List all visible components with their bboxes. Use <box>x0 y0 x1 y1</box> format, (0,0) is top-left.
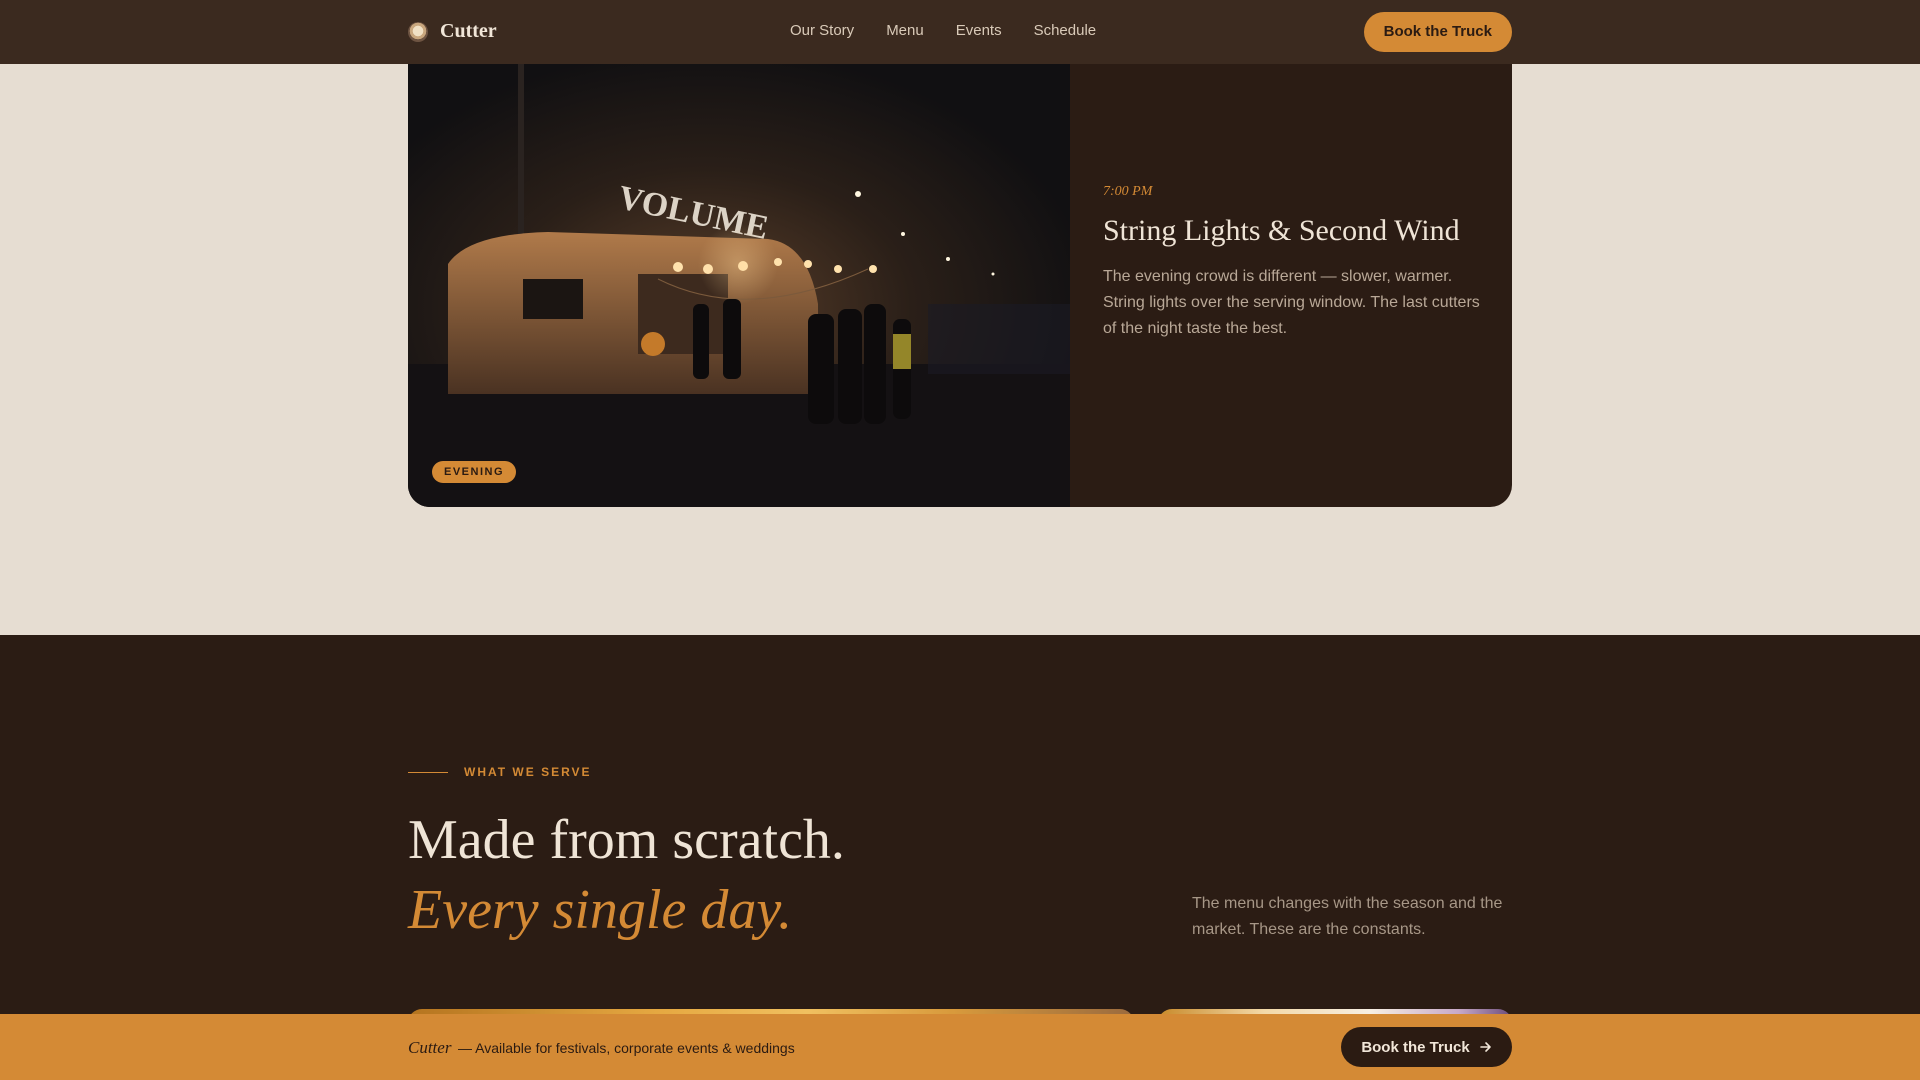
section-description: The menu changes with the season and the… <box>1192 895 1503 938</box>
section-headline-emphasis: Every single day. <box>408 879 793 941</box>
section-headline: Made from scratch. <box>408 809 845 871</box>
evening-badge: EVENING <box>432 461 517 483</box>
cookie-icon <box>408 21 428 42</box>
sticky-booking-bar: Cutter — Available for festivals, corpor… <box>0 1014 1920 1080</box>
nav-link-our-story[interactable]: Our Story <box>790 22 854 39</box>
nav-link-menu[interactable]: Menu <box>886 22 924 39</box>
nav-links: Our Story Menu Events Schedule <box>790 22 1096 39</box>
photo-illustration: VOLUME <box>408 64 1070 507</box>
event-time: 7:00 PM <box>1103 184 1153 199</box>
bar-brand: Cutter <box>408 1038 452 1057</box>
book-the-truck-button[interactable]: Book the Truck <box>1363 12 1512 52</box>
button-label: Book the Truck <box>1361 1038 1470 1056</box>
top-nav: Cutter Our Story Menu Events Schedule Bo… <box>0 0 1920 64</box>
arrow-right-icon <box>1479 1042 1491 1052</box>
card-title: String Lights & Second Wind <box>1103 214 1460 247</box>
nav-link-schedule[interactable]: Schedule <box>1034 22 1097 39</box>
card-body: The evening crowd is different — slower,… <box>1103 268 1480 337</box>
eyebrow-divider <box>408 771 448 773</box>
eyebrow-text: WHAT WE SERVE <box>464 765 592 779</box>
nav-link-events[interactable]: Events <box>956 22 1002 39</box>
book-the-truck-sticky-button[interactable]: Book the Truck <box>1341 1027 1512 1067</box>
card-text: 7:00 PM String Lights & Second Wind The … <box>1103 184 1493 342</box>
brand-name: Cutter <box>440 20 497 42</box>
brand-logo[interactable]: Cutter <box>408 20 497 43</box>
food-truck-photo: VOLUME EVENING <box>408 64 1070 507</box>
nav-inner: Cutter Our Story Menu Events Schedule Bo… <box>408 0 1512 64</box>
schedule-card-evening: VOLUME EVENING 7:00 PM String Lights & S… <box>408 64 1512 507</box>
bar-text: — Available for festivals, corporate eve… <box>458 1040 795 1056</box>
section-eyebrow: WHAT WE SERVE <box>408 765 592 779</box>
